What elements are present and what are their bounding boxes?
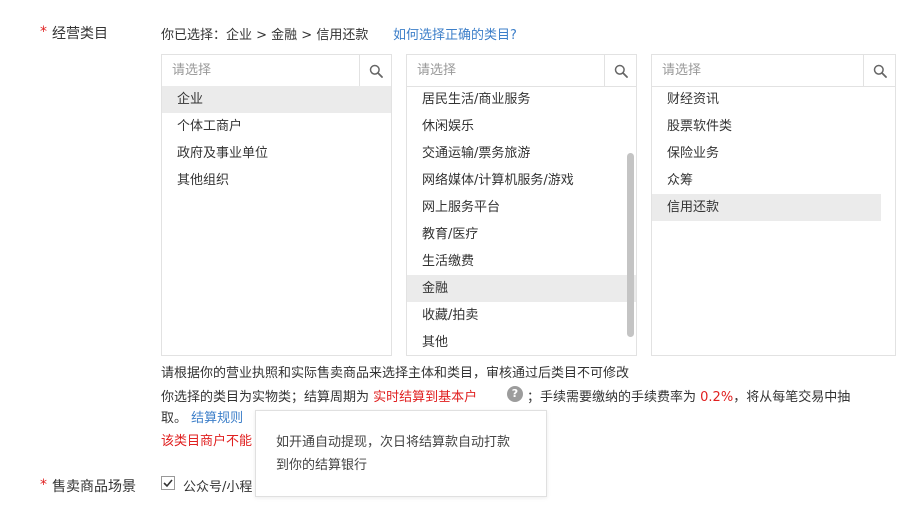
- column-1-search-button[interactable]: [359, 55, 391, 86]
- scene-label: 售卖商品场景: [52, 479, 136, 495]
- column-3-search-input[interactable]: [652, 55, 895, 86]
- column-2-list: 居民生活/商业服务 休闲娱乐 交通运输/票务旅游 网络媒体/计算机服务/游戏 网…: [407, 86, 636, 355]
- required-mark: *: [40, 24, 47, 40]
- help-icon[interactable]: ?: [507, 386, 523, 402]
- category-column-2: 居民生活/商业服务 休闲娱乐 交通运输/票务旅游 网络媒体/计算机服务/游戏 网…: [406, 54, 637, 356]
- search-icon: [369, 64, 383, 78]
- list-item[interactable]: 生活缴费: [407, 248, 636, 275]
- settlement-cycle: 实时结算到基本户: [373, 390, 478, 405]
- list-item[interactable]: 企业: [162, 86, 391, 113]
- list-item[interactable]: 交通运输/票务旅游: [407, 140, 636, 167]
- tooltip-line-2: 到你的结算银行: [276, 458, 368, 473]
- list-item[interactable]: 教育/医疗: [407, 221, 636, 248]
- column-2-scrollbar[interactable]: [624, 86, 636, 355]
- category-note: 请根据你的营业执照和实际售卖商品来选择主体和类目，审核通过后类目不可修改: [161, 366, 630, 381]
- selected-path-value: 企业 > 金融 > 信用还款: [226, 28, 369, 43]
- column-2-search-input[interactable]: [407, 55, 636, 86]
- list-item[interactable]: 网上服务平台: [407, 194, 636, 221]
- list-item[interactable]: 其他: [407, 329, 636, 355]
- list-item[interactable]: 政府及事业单位: [162, 140, 391, 167]
- settlement-text: 你选择的类目为实物类；结算周期为: [161, 390, 370, 405]
- list-item[interactable]: 保险业务: [652, 140, 881, 167]
- settlement-rules-link[interactable]: 结算规则: [191, 411, 243, 426]
- column-2-search-button[interactable]: [604, 55, 636, 86]
- list-item[interactable]: 众筹: [652, 167, 881, 194]
- fee-rate: 0.2%: [700, 390, 734, 405]
- column-3-list: 财经资讯 股票软件类 保险业务 众筹 信用还款: [652, 86, 881, 355]
- category-column-3: 财经资讯 股票软件类 保险业务 众筹 信用还款: [651, 54, 896, 356]
- tooltip-line-1: 如开通自动提现，次日将结算款自动打款: [276, 435, 511, 450]
- settlement-tooltip: 如开通自动提现，次日将结算款自动打款 到你的结算银行: [255, 410, 547, 497]
- list-item[interactable]: 网络媒体/计算机服务/游戏: [407, 167, 636, 194]
- fee-suffix: ，将从每笔交易中抽: [733, 390, 851, 405]
- column-3-search-button[interactable]: [863, 55, 895, 86]
- column-1-search-input[interactable]: [162, 55, 391, 86]
- list-item[interactable]: 其他组织: [162, 167, 391, 194]
- rules-prefix: 取。: [161, 411, 188, 426]
- selected-prefix: 你已选择：: [161, 28, 227, 43]
- list-item[interactable]: 信用还款: [652, 194, 881, 221]
- scrollbar-thumb[interactable]: [627, 153, 634, 337]
- column-3-search: [652, 55, 895, 87]
- category-label: 经营类目: [52, 26, 108, 42]
- rules-line: 取。 结算规则: [161, 407, 243, 426]
- checkmark-icon: [163, 479, 173, 488]
- search-icon: [614, 64, 628, 78]
- help-link[interactable]: 如何选择正确的类目?: [393, 24, 517, 43]
- category-column-1: 企业 个体工商户 政府及事业单位 其他组织: [161, 54, 392, 356]
- list-item[interactable]: 休闲娱乐: [407, 113, 636, 140]
- category-warning: 该类目商户不能: [161, 434, 253, 449]
- list-item[interactable]: 收藏/拍卖: [407, 302, 636, 329]
- list-item[interactable]: 个体工商户: [162, 113, 391, 140]
- list-item[interactable]: 居民生活/商业服务: [407, 86, 636, 113]
- fee-info: ；手续需要缴纳的手续费率为 0.2%，将从每笔交易中抽: [527, 386, 850, 405]
- scene-option-label: 公众号/小程: [183, 480, 253, 495]
- settlement-info: 你选择的类目为实物类；结算周期为 实时结算到基本户: [161, 386, 477, 405]
- list-item[interactable]: 财经资讯: [652, 86, 881, 113]
- search-icon: [873, 64, 887, 78]
- column-2-search: [407, 55, 636, 87]
- column-1-search: [162, 55, 391, 87]
- list-item[interactable]: 股票软件类: [652, 113, 881, 140]
- fee-text: ；手续需要缴纳的手续费率为: [527, 390, 697, 405]
- required-mark: *: [40, 477, 47, 493]
- scene-checkbox[interactable]: [161, 476, 175, 490]
- list-item[interactable]: 金融: [407, 275, 636, 302]
- column-1-list: 企业 个体工商户 政府及事业单位 其他组织: [162, 86, 391, 355]
- selected-path: 你已选择：企业 > 金融 > 信用还款: [161, 24, 368, 43]
